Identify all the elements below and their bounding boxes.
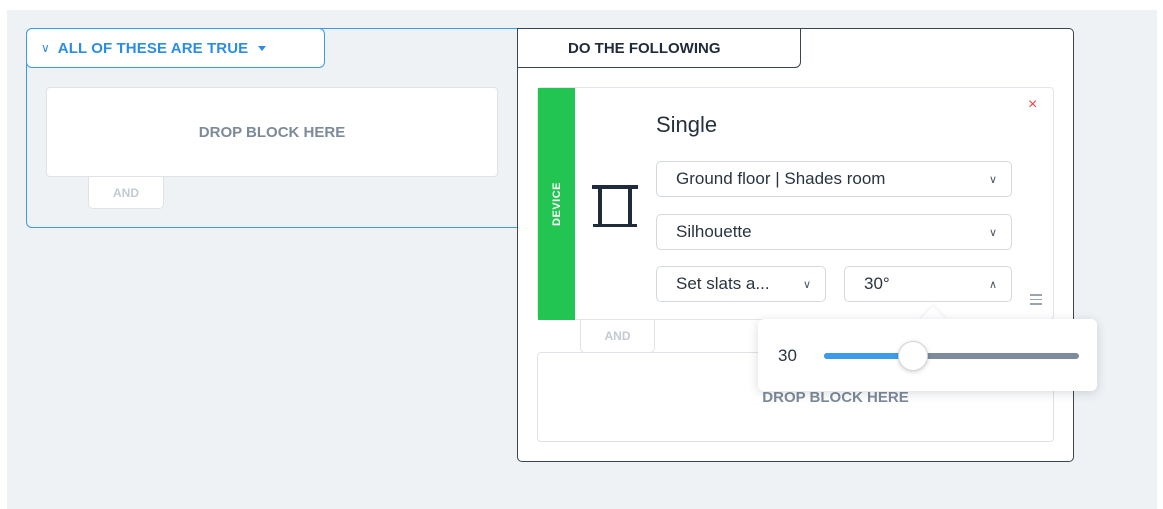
chevron-down-icon: ∨ (988, 226, 997, 239)
device-select[interactable]: Silhouette ∨ (656, 214, 1012, 250)
chevron-down-icon: ∨ (988, 173, 997, 186)
device-type-label: DEVICE (550, 182, 563, 226)
condition-mode-label: ALL OF THESE ARE TRUE (57, 39, 249, 57)
action-group-label: DO THE FOLLOWING (568, 39, 721, 57)
action-and-connector[interactable]: AND (580, 320, 655, 353)
slat-angle-slider[interactable] (824, 341, 1079, 371)
action-group-header: DO THE FOLLOWING (517, 28, 801, 68)
condition-drop-zone[interactable]: DROP BLOCK HERE (46, 87, 498, 177)
slat-angle-popover: 30 (758, 319, 1097, 391)
caret-down-icon (258, 45, 267, 51)
chevron-down-icon: ∨ (802, 278, 811, 291)
room-select-value: Ground floor | Shades room (676, 169, 886, 188)
device-select-value: Silhouette (676, 222, 752, 241)
drag-handle-icon[interactable] (1030, 294, 1042, 308)
window-blind-icon (592, 185, 638, 227)
device-type-stripe: DEVICE (538, 88, 575, 320)
condition-drop-label: DROP BLOCK HERE (198, 123, 346, 141)
and-label: AND (113, 185, 139, 200)
condition-and-connector[interactable]: AND (88, 177, 164, 209)
action-drop-label: DROP BLOCK HERE (762, 388, 909, 406)
condition-mode-dropdown[interactable]: ∨ ALL OF THESE ARE TRUE (26, 28, 325, 68)
chevron-up-icon: ∧ (988, 278, 997, 291)
chevron-down-icon: ∨ (41, 41, 50, 55)
slider-value-label: 30 (778, 346, 797, 365)
and-label: AND (604, 329, 631, 343)
close-icon[interactable]: × (1028, 96, 1037, 114)
action-select[interactable]: Set slats a... ∨ (656, 266, 826, 302)
slat-angle-value: 30° (864, 274, 890, 293)
action-select-value: Set slats a... (676, 274, 770, 293)
slider-thumb[interactable] (898, 341, 928, 371)
room-select[interactable]: Ground floor | Shades room ∨ (656, 161, 1012, 197)
slat-angle-select[interactable]: 30° ∧ (844, 266, 1012, 302)
device-card-title: Single (656, 112, 718, 137)
